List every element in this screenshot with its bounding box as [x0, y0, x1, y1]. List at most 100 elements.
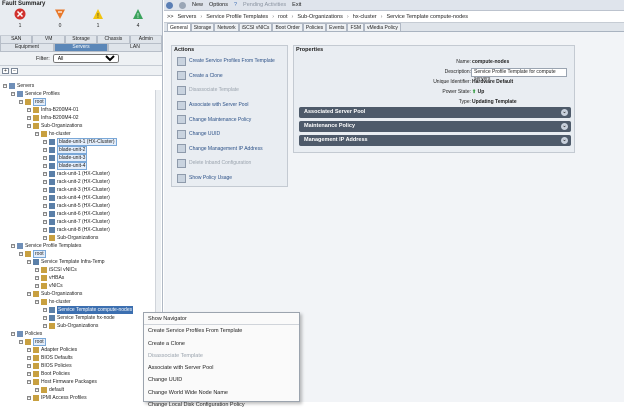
pending-activities-button[interactable]: Pending Activities	[243, 2, 286, 8]
tree-node[interactable]: − vNICs	[35, 282, 63, 290]
tree-node[interactable]: − Host Firmware Packages	[27, 378, 97, 386]
expand-icon[interactable]: −	[43, 308, 47, 312]
tree-node[interactable]: − root	[19, 250, 46, 258]
expand-icon[interactable]: −	[27, 396, 31, 400]
expand-icon[interactable]: −	[35, 284, 39, 288]
tree-node[interactable]: − blade-unit-3	[43, 154, 88, 162]
expand-icon[interactable]: −	[27, 364, 31, 368]
tree-node[interactable]: − blade-unit-1 (HX-Cluster)	[43, 138, 117, 146]
collapse-all-icon[interactable]: −	[11, 68, 18, 74]
expand-icon[interactable]: −	[35, 276, 39, 280]
expand-icon[interactable]: −	[19, 340, 23, 344]
expand-icon[interactable]: −	[27, 260, 31, 264]
tree-node[interactable]: − blade-unit-2	[43, 146, 88, 154]
tree-node[interactable]: − vHBAs	[35, 274, 64, 282]
context-menu-item[interactable]: Change World Wide Node Name	[144, 387, 299, 399]
tree-node[interactable]: − Adapter Policies	[27, 346, 77, 354]
content-tab[interactable]: Boot Order	[272, 23, 303, 31]
tree-node[interactable]: − default	[35, 386, 64, 394]
expand-icon[interactable]: −	[43, 196, 47, 200]
expand-icon[interactable]: −	[35, 132, 39, 136]
tab-admin[interactable]: Admin	[129, 36, 163, 44]
tree-node[interactable]: − Service Profile Templates	[11, 242, 81, 250]
content-tab[interactable]: vMedia Policy	[364, 23, 401, 31]
expand-icon[interactable]: −	[43, 212, 47, 216]
tree-node[interactable]: − Sub-Organizations	[43, 322, 98, 330]
context-menu-item[interactable]: Change UUID	[144, 374, 299, 386]
action-link[interactable]: Change Maintenance Policy	[172, 112, 287, 127]
expand-icon[interactable]: −	[43, 172, 47, 176]
tree-node[interactable]: − Sub-Organizations	[27, 290, 82, 298]
expand-icon[interactable]: −	[43, 140, 47, 144]
tree-node[interactable]: − Service Template hx-node	[43, 314, 115, 322]
tree-node[interactable]: − IPMI Access Profiles	[27, 394, 87, 402]
expand-icon[interactable]: −	[27, 348, 31, 352]
fault-major[interactable]: 0	[45, 8, 75, 29]
expand-icon[interactable]: −	[43, 220, 47, 224]
forward-icon[interactable]	[179, 1, 186, 9]
chevron-down-icon[interactable]: ⌄	[561, 109, 568, 116]
context-menu-item[interactable]: Change Local Disk Configuration Policy	[144, 399, 299, 411]
tree-node[interactable]: − rack-unit-7 (HX-Cluster)	[43, 218, 110, 226]
tree-node[interactable]: − Policies	[11, 330, 42, 338]
tree-node[interactable]: − Servers	[3, 82, 34, 90]
options-button[interactable]: Options	[209, 2, 228, 8]
expand-icon[interactable]: −	[43, 164, 47, 168]
breadcrumb-item[interactable]: Service Profile Templates	[206, 14, 268, 20]
tree-node[interactable]: − root	[19, 338, 46, 346]
content-tab[interactable]: Storage	[190, 23, 215, 31]
tree-node[interactable]: − Sub-Organizations	[43, 234, 98, 242]
action-link[interactable]: Create Service Profiles From Template	[172, 54, 287, 69]
tree-node[interactable]: − blade-unit-4	[43, 162, 88, 170]
tree-node[interactable]: − iSCSI vNICs	[35, 266, 77, 274]
help-icon[interactable]: ?	[234, 2, 237, 8]
exit-button[interactable]: Exit	[292, 2, 301, 8]
expand-icon[interactable]: −	[11, 244, 15, 248]
expand-all-icon[interactable]: +	[2, 68, 9, 74]
breadcrumb-item[interactable]: root	[278, 14, 287, 20]
chevron-down-icon[interactable]: ⌄	[561, 123, 568, 130]
tree-node[interactable]: − hx-cluster	[35, 298, 71, 306]
filter-select[interactable]: All	[52, 54, 119, 63]
content-tab[interactable]: Network	[214, 23, 239, 31]
fault-warning[interactable]: ! 4	[123, 8, 153, 29]
action-link[interactable]: Create a Clone	[172, 69, 287, 84]
tree-node[interactable]: − rack-unit-8 (HX-Cluster)	[43, 226, 110, 234]
expand-icon[interactable]: −	[19, 100, 23, 104]
tab-lan[interactable]: LAN	[108, 44, 162, 52]
tree-node[interactable]: − Infra-B200M4-01	[27, 106, 79, 114]
expand-icon[interactable]: −	[27, 380, 31, 384]
tree-node[interactable]: − rack-unit-1 (HX-Cluster)	[43, 170, 110, 178]
expand-icon[interactable]: −	[43, 188, 47, 192]
tree-node[interactable]: − BIOS Policies	[27, 362, 72, 370]
expand-icon[interactable]: −	[27, 124, 31, 128]
tab-servers[interactable]: Servers	[54, 44, 108, 52]
tree-node[interactable]: − rack-unit-4 (HX-Cluster)	[43, 194, 110, 202]
breadcrumb-item[interactable]: >>	[167, 14, 173, 20]
tree-node[interactable]: − Service Template Infra-Temp	[27, 258, 105, 266]
tree-node[interactable]: − Infra-B200M4-02	[27, 114, 79, 122]
content-tab[interactable]: Policies	[302, 23, 327, 31]
expand-icon[interactable]: −	[43, 316, 47, 320]
expand-icon[interactable]: −	[43, 180, 47, 184]
expand-icon[interactable]: −	[43, 204, 47, 208]
breadcrumb-item[interactable]: hx-cluster	[353, 14, 377, 20]
tree-node[interactable]: − hx-cluster	[35, 130, 71, 138]
expand-icon[interactable]: −	[43, 156, 47, 160]
section-management-ip[interactable]: Management IP Address ⌄	[299, 135, 571, 146]
section-maintenance-policy[interactable]: Maintenance Policy ⌄	[299, 121, 571, 132]
back-icon[interactable]	[166, 1, 173, 9]
tab-chassis[interactable]: Chassis	[97, 36, 130, 44]
action-link[interactable]: Associate with Server Pool	[172, 98, 287, 113]
tree-node[interactable]: − root	[19, 98, 46, 106]
fault-critical[interactable]: 1	[5, 8, 35, 29]
chevron-down-icon[interactable]: ⌄	[561, 137, 568, 144]
tree-node[interactable]: − Sub-Organizations	[27, 122, 82, 130]
expand-icon[interactable]: −	[35, 268, 39, 272]
expand-icon[interactable]: −	[27, 356, 31, 360]
expand-icon[interactable]: −	[3, 84, 7, 88]
expand-icon[interactable]: −	[19, 252, 23, 256]
context-menu-item[interactable]: Create Service Profiles From Template	[144, 325, 299, 337]
context-menu-item[interactable]: Create a Clone	[144, 338, 299, 350]
tab-equipment[interactable]: Equipment	[0, 44, 54, 52]
